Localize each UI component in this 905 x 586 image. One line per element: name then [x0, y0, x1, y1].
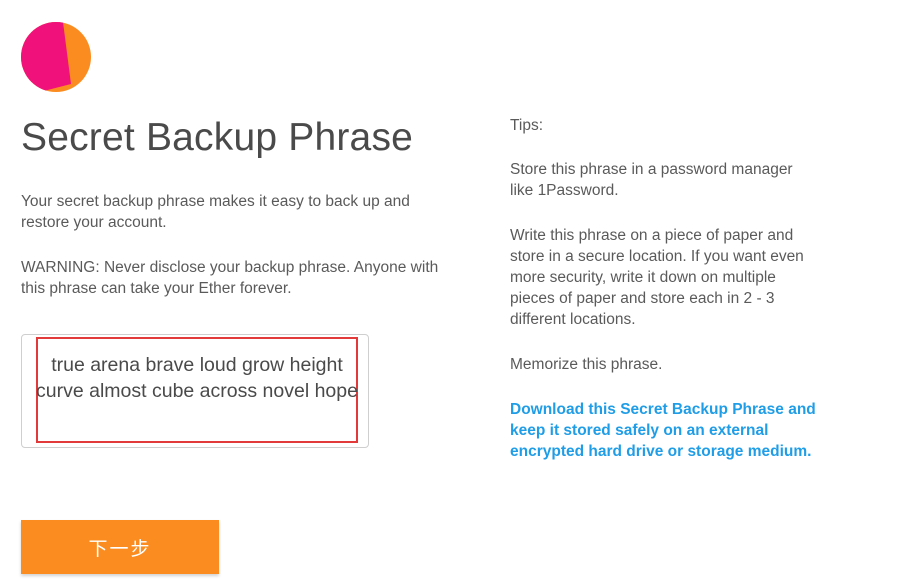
- tips-heading: Tips:: [510, 117, 544, 134]
- account-avatar-icon: [21, 22, 91, 92]
- download-phrase-link[interactable]: Download this Secret Backup Phrase and k…: [510, 399, 820, 462]
- secret-phrase-text[interactable]: true arena brave loud grow height curve …: [34, 352, 360, 404]
- intro-text: Your secret backup phrase makes it easy …: [21, 193, 410, 231]
- next-button[interactable]: 下一步: [21, 520, 219, 574]
- warning-text: WARNING: Never disclose your backup phra…: [21, 259, 439, 297]
- backup-phrase-page: Secret Backup Phrase Your secret backup …: [0, 0, 905, 586]
- page-title: Secret Backup Phrase: [21, 116, 414, 159]
- secret-phrase-box[interactable]: true arena brave loud grow height curve …: [21, 334, 369, 448]
- tip-memorize: Memorize this phrase.: [510, 356, 663, 373]
- tip-password-manager: Store this phrase in a password manager …: [510, 161, 793, 199]
- tip-paper-storage: Write this phrase on a piece of paper an…: [510, 227, 804, 328]
